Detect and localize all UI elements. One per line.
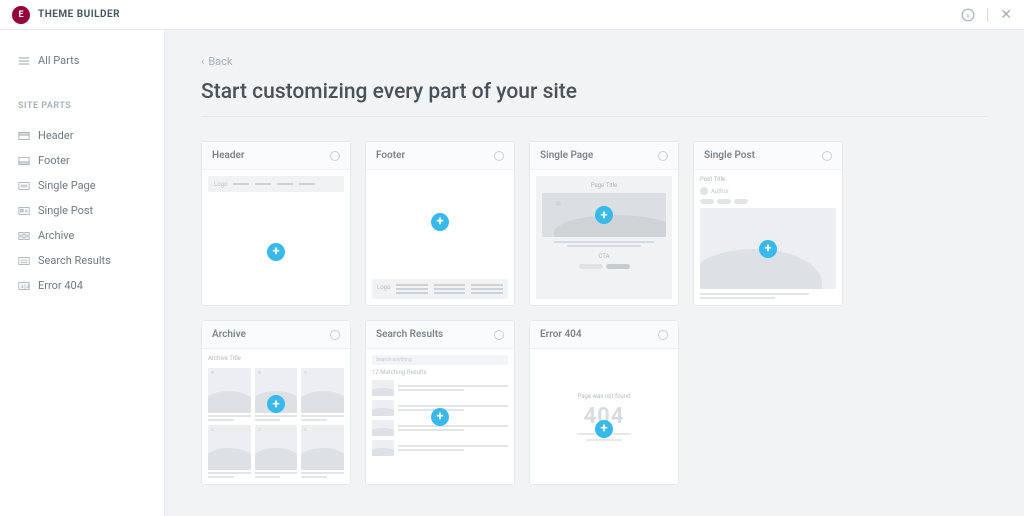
card-header-add[interactable]: Logo +: [202, 170, 350, 305]
plus-icon: +: [267, 243, 285, 261]
footer-icon: [18, 156, 30, 166]
divider: [987, 8, 988, 22]
sidebar-item-footer[interactable]: Footer: [0, 148, 164, 173]
search-results-icon: [18, 256, 30, 266]
back-link[interactable]: ‹ Back: [201, 55, 232, 68]
card-archive: Archive Archive Title +: [201, 320, 351, 485]
parts-grid: Header Logo + Footer +: [201, 141, 988, 485]
card-search-results: Search Results Search anything 12 Matchi…: [365, 320, 515, 485]
card-search-results-add[interactable]: Search anything 12 Matching Results +: [366, 349, 514, 484]
plus-icon: +: [759, 240, 777, 258]
page-icon: [18, 181, 30, 191]
plus-icon: +: [595, 420, 613, 438]
card-footer: Footer + Logo: [365, 141, 515, 306]
sidebar-section-head: SITE PARTS: [0, 73, 164, 123]
sidebar-all-parts[interactable]: All Parts: [0, 48, 164, 73]
app-title: THEME BUILDER: [38, 9, 120, 20]
archive-icon: [18, 231, 30, 241]
info-icon[interactable]: [658, 151, 668, 161]
preview-logo: Logo: [214, 181, 227, 188]
card-title: Header: [212, 150, 244, 161]
sidebar-all-parts-label: All Parts: [38, 54, 79, 67]
plus-icon: +: [431, 213, 449, 231]
header-icon: [18, 131, 30, 141]
info-icon[interactable]: [822, 151, 832, 161]
page-heading: Start customizing every part of your sit…: [201, 80, 988, 117]
sidebar-item-error-404[interactable]: 404 Error 404: [0, 273, 164, 298]
chevron-left-icon: ‹: [201, 55, 204, 68]
sidebar: All Parts SITE PARTS Header Footer Singl…: [0, 30, 165, 516]
post-icon: [18, 206, 30, 216]
card-error-404-add[interactable]: Page was not found 404 +: [530, 349, 678, 484]
card-single-page-add[interactable]: Page Title + CTA: [530, 170, 678, 305]
app-logo: E: [12, 6, 30, 24]
sidebar-item-header[interactable]: Header: [0, 123, 164, 148]
info-icon[interactable]: [330, 151, 340, 161]
top-bar: E THEME BUILDER ✕: [0, 0, 1024, 30]
card-single-page: Single Page Page Title + CTA: [529, 141, 679, 306]
sidebar-item-single-post[interactable]: Single Post: [0, 198, 164, 223]
sidebar-item-search-results[interactable]: Search Results: [0, 248, 164, 273]
card-single-post-add[interactable]: Post Title Author +: [694, 170, 842, 305]
info-icon[interactable]: [658, 330, 668, 340]
card-single-post: Single Post Post Title Author +: [693, 141, 843, 306]
card-header: Header Logo +: [201, 141, 351, 306]
hamburger-icon: [18, 56, 30, 66]
info-icon[interactable]: [494, 330, 504, 340]
plus-icon: +: [595, 206, 613, 224]
plus-icon: +: [267, 395, 285, 413]
card-footer-add[interactable]: + Logo: [366, 170, 514, 305]
plus-icon: +: [431, 408, 449, 426]
info-icon[interactable]: [961, 8, 975, 22]
info-icon[interactable]: [330, 330, 340, 340]
info-icon[interactable]: [494, 151, 504, 161]
sidebar-item-single-page[interactable]: Single Page: [0, 173, 164, 198]
card-archive-add[interactable]: Archive Title +: [202, 349, 350, 484]
sidebar-item-archive[interactable]: Archive: [0, 223, 164, 248]
card-error-404: Error 404 Page was not found 404 +: [529, 320, 679, 485]
error-icon: 404: [18, 281, 30, 291]
svg-text:404: 404: [21, 284, 30, 290]
main-content: ‹ Back Start customizing every part of y…: [165, 30, 1024, 516]
close-icon[interactable]: ✕: [1000, 7, 1012, 23]
